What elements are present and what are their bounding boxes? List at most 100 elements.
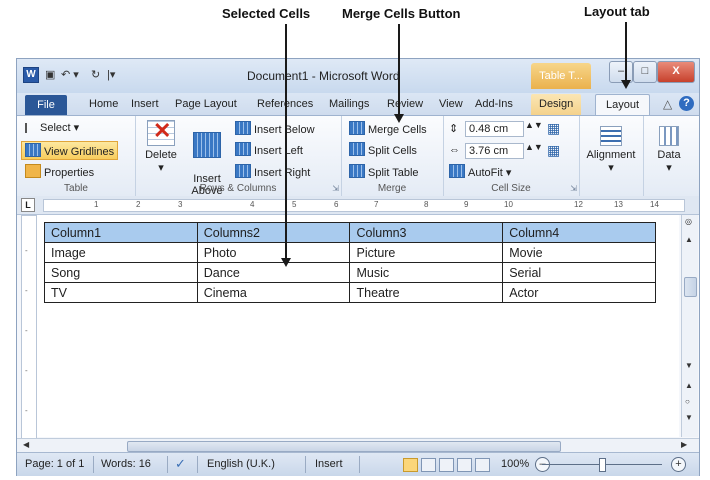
document-table[interactable]: Column1 Columns2 Column3 Column4 Image P… — [44, 222, 656, 303]
select-button[interactable]: Select ▾ — [25, 121, 79, 134]
vertical-scrollbar[interactable]: ◎ ▲ ▼ ▲ ○ ▼ — [681, 215, 698, 437]
distribute-rows-icon[interactable]: ▦ — [547, 120, 560, 137]
vertical-scroll-thumb[interactable] — [684, 277, 697, 297]
full-screen-reading-view-icon[interactable] — [421, 458, 436, 472]
tab-review[interactable]: Review — [387, 98, 423, 110]
close-button[interactable]: X — [657, 61, 695, 83]
data-button[interactable]: Data ▾ — [647, 126, 691, 174]
table-cell[interactable]: Column1 — [44, 222, 198, 243]
annotation-merge-cells-button: Merge Cells Button — [342, 6, 461, 21]
zoom-level[interactable]: 100% — [501, 458, 529, 470]
horizontal-scroll-thumb[interactable] — [127, 441, 561, 452]
cell-size-launcher-icon[interactable]: ⇲ — [570, 184, 577, 193]
table-cell[interactable]: Columns2 — [196, 222, 351, 243]
view-gridlines-button[interactable]: View Gridlines — [21, 141, 119, 160]
tab-selector-icon[interactable]: L — [21, 198, 35, 212]
row-height-spinner-icon[interactable]: ▲▼ — [525, 120, 543, 130]
draft-view-icon[interactable] — [475, 458, 490, 472]
tab-file[interactable]: File — [25, 95, 67, 115]
status-separator — [359, 456, 360, 473]
split-cells-button[interactable]: Split Cells — [349, 142, 417, 157]
table-cell[interactable]: Actor — [502, 282, 656, 303]
vertical-ruler-tick: - — [25, 246, 28, 255]
help-icon[interactable]: ? — [679, 96, 694, 111]
scroll-up-icon[interactable]: ▲ — [685, 235, 693, 244]
table-cell[interactable]: Movie — [502, 242, 656, 263]
row-height-input[interactable]: 0.48 cm — [465, 121, 524, 137]
table-row[interactable]: TV Cinema Theatre Actor — [44, 282, 656, 303]
tab-page-layout[interactable]: Page Layout — [175, 98, 237, 110]
table-cell[interactable]: Column3 — [349, 222, 504, 243]
alignment-button[interactable]: Alignment ▾ — [583, 126, 639, 174]
split-table-button[interactable]: Split Table — [349, 164, 419, 179]
maximize-button[interactable]: □ — [633, 61, 657, 83]
tab-layout[interactable]: Layout — [595, 94, 651, 116]
table-cell[interactable]: Image — [44, 242, 198, 263]
autofit-button[interactable]: AutoFit ▾ — [449, 164, 511, 179]
ruler-toggle-icon[interactable]: ◎ — [685, 217, 692, 226]
table-cell[interactable]: Theatre — [349, 282, 504, 303]
tab-add-ins[interactable]: Add-Ins — [475, 98, 513, 110]
table-cell[interactable]: Song — [44, 262, 198, 283]
table-row[interactable]: Song Dance Music Serial — [44, 262, 656, 283]
merge-cells-button[interactable]: Merge Cells — [349, 121, 427, 136]
insert-left-button[interactable]: Insert Left — [235, 142, 303, 157]
zoom-slider-thumb[interactable] — [599, 458, 606, 472]
horizontal-ruler[interactable]: L 1 2 3 4 5 6 7 8 9 10 12 13 14 — [17, 196, 699, 215]
redo-icon[interactable]: ↻ — [91, 68, 100, 82]
outline-view-icon[interactable] — [457, 458, 472, 472]
scroll-down-icon[interactable]: ▼ — [685, 361, 693, 370]
ruler-tick: 7 — [374, 200, 379, 209]
table-cell[interactable]: Music — [349, 262, 504, 283]
table-cell[interactable]: Photo — [196, 242, 351, 263]
table-cell[interactable]: Serial — [502, 262, 656, 283]
vertical-ruler[interactable]: - - - - - — [21, 215, 37, 439]
ruler-tick: 9 — [464, 200, 469, 209]
tab-home[interactable]: Home — [89, 98, 118, 110]
ruler-tick: 10 — [504, 200, 513, 209]
insert-mode-indicator[interactable]: Insert — [315, 458, 343, 470]
undo-icon[interactable]: ↶ ▾ — [61, 68, 79, 82]
distribute-columns-icon[interactable]: ▦ — [547, 142, 560, 159]
insert-right-button[interactable]: Insert Right — [235, 164, 310, 179]
delete-button[interactable]: ✕ Delete ▾ — [141, 119, 181, 175]
web-layout-view-icon[interactable] — [439, 458, 454, 472]
language-indicator[interactable]: English (U.K.) — [207, 458, 275, 470]
word-app-icon[interactable]: W — [23, 67, 39, 83]
page-count[interactable]: Page: 1 of 1 — [25, 458, 84, 470]
ruler-track: 1 2 3 4 5 6 7 8 9 10 12 13 14 — [43, 199, 685, 212]
table-cell[interactable]: Picture — [349, 242, 504, 263]
column-width-input[interactable]: 3.76 cm — [465, 143, 524, 159]
properties-button[interactable]: Properties — [25, 164, 94, 179]
customize-quick-access-icon[interactable]: |▾ — [107, 68, 115, 82]
zoom-in-button[interactable]: + — [671, 457, 686, 472]
save-icon[interactable]: ▣ — [45, 68, 55, 82]
group-label-rows-columns: Rows & Columns — [199, 183, 277, 194]
column-width-spinner-icon[interactable]: ▲▼ — [525, 142, 543, 152]
vertical-ruler-tick: - — [25, 286, 28, 295]
table-cell[interactable]: Dance — [196, 262, 351, 283]
rows-columns-launcher-icon[interactable]: ⇲ — [332, 184, 339, 193]
table-cell[interactable]: TV — [44, 282, 198, 303]
table-cell[interactable]: Cinema — [196, 282, 351, 303]
delete-table-icon: ✕ — [147, 119, 175, 146]
insert-below-button[interactable]: Insert Below — [235, 121, 315, 136]
table-row[interactable]: Image Photo Picture Movie — [44, 242, 656, 263]
table-row-selected[interactable]: Column1 Columns2 Column3 Column4 — [44, 222, 656, 243]
previous-page-icon[interactable]: ▲ — [685, 381, 693, 390]
word-count[interactable]: Words: 16 — [101, 458, 151, 470]
scroll-left-icon[interactable]: ◀ — [23, 440, 29, 449]
split-cells-label: Split Cells — [368, 145, 417, 157]
minimize-ribbon-icon[interactable]: △ — [663, 97, 672, 111]
tab-design[interactable]: Design — [531, 94, 582, 115]
tab-insert[interactable]: Insert — [131, 98, 159, 110]
scroll-right-icon[interactable]: ▶ — [681, 440, 687, 449]
table-cell[interactable]: Column4 — [502, 222, 656, 243]
next-page-icon[interactable]: ▼ — [685, 413, 693, 422]
tab-mailings[interactable]: Mailings — [329, 98, 369, 110]
horizontal-scrollbar[interactable]: ◀ ▶ — [17, 438, 699, 453]
tab-view[interactable]: View — [439, 98, 463, 110]
browse-object-icon[interactable]: ○ — [685, 397, 690, 406]
proofing-icon[interactable]: ✓ — [175, 456, 186, 472]
print-layout-view-icon[interactable] — [403, 458, 418, 472]
